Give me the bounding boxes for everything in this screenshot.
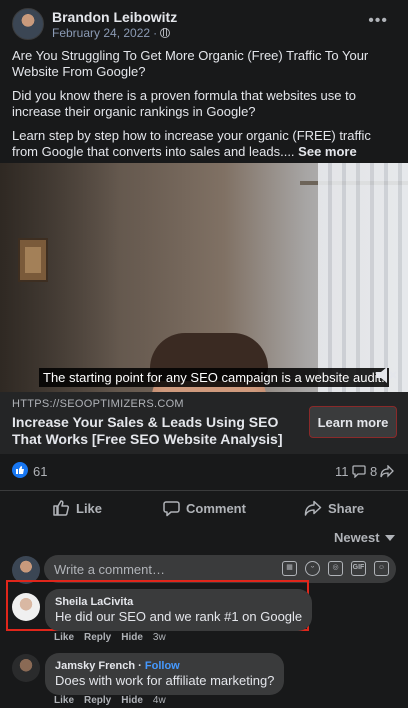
comment-bubble: Sheila LaCivita He did our SEO and we ra…: [45, 589, 313, 631]
post-paragraph: Are You Struggling To Get More Organic (…: [12, 48, 369, 79]
share-count[interactable]: 8: [370, 464, 395, 479]
more-options-icon[interactable]: •••: [368, 12, 388, 30]
comment-avatar[interactable]: [12, 654, 40, 682]
comment-author[interactable]: Sheila LaCivita: [55, 595, 302, 609]
author-name[interactable]: Brandon Leibowitz: [52, 9, 177, 25]
comment-timestamp: 4w: [152, 695, 166, 706]
like-button-label: Like: [76, 500, 103, 516]
share-icon: [304, 500, 322, 516]
follow-link[interactable]: Follow: [145, 660, 180, 672]
comment-author-line: Jamsky French · Follow: [55, 660, 180, 672]
action-bar: Like Comment Share: [0, 490, 408, 522]
learn-more-button[interactable]: Learn more: [309, 406, 397, 438]
sticker-icon[interactable]: ▦: [282, 561, 297, 576]
see-more-link[interactable]: See more: [298, 144, 357, 159]
post-paragraph: Did you know there is a proven formula t…: [12, 88, 356, 119]
like-button[interactable]: Like: [52, 495, 102, 521]
sort-selected-label: Newest: [334, 530, 380, 545]
comment-avatar[interactable]: [12, 593, 40, 621]
link-domain: HTTPS://SEOOPTIMIZERS.COM: [12, 398, 184, 410]
post-date-text[interactable]: February 24, 2022: [52, 26, 150, 40]
comment-icon: [163, 500, 180, 516]
link-title[interactable]: Increase Your Sales & Leads Using SEO Th…: [12, 414, 292, 448]
comment-actions: Like Reply Hide 3w: [54, 632, 166, 643]
post-text: Are You Struggling To Get More Organic (…: [12, 48, 400, 168]
emoji-icon[interactable]: ᵕ: [305, 561, 320, 576]
chevron-down-icon: [384, 534, 395, 541]
wall-frame: [18, 238, 48, 282]
comment-button[interactable]: Comment: [163, 495, 246, 521]
share-button-label: Share: [328, 500, 365, 516]
reactions-summary: 61 11 8: [0, 456, 408, 486]
comment-like-link[interactable]: Like: [54, 695, 74, 706]
comment-count-icon: [351, 465, 366, 478]
comment-timestamp: 3w: [152, 632, 166, 643]
window-curtain: [318, 163, 408, 392]
comment-text: He did our SEO and we rank #1 on Google: [55, 609, 303, 624]
reaction-count[interactable]: 61: [33, 464, 47, 479]
comment-text: Does with work for affiliate marketing?: [55, 673, 275, 688]
comment-reply-link[interactable]: Reply: [84, 632, 111, 643]
comment-sort-dropdown[interactable]: Newest: [334, 530, 395, 545]
share-count-icon: [380, 465, 395, 478]
composer-icons: ▦ ᵕ ◎ GIF ☺: [282, 561, 389, 576]
camera-icon[interactable]: ◎: [328, 561, 343, 576]
comment-author[interactable]: Jamsky French: [55, 660, 135, 672]
share-count-value: 8: [370, 464, 378, 479]
comment-hide-link[interactable]: Hide: [121, 695, 143, 706]
share-button[interactable]: Share: [304, 495, 364, 521]
comment-hide-link[interactable]: Hide: [121, 632, 143, 643]
post-date[interactable]: February 24, 2022 ·: [52, 26, 171, 40]
comment-count-value: 11: [335, 464, 349, 479]
mute-icon[interactable]: [374, 364, 398, 386]
comment-actions: Like Reply Hide 4w: [54, 695, 166, 706]
comment-like-link[interactable]: Like: [54, 632, 74, 643]
comment-count[interactable]: 11: [335, 464, 366, 479]
thumbs-up-icon: [53, 500, 70, 516]
author-avatar[interactable]: [12, 8, 44, 40]
comment-button-label: Comment: [186, 500, 246, 516]
comment-bubble: Jamsky French · Follow Does with work fo…: [45, 653, 285, 695]
like-reaction-icon[interactable]: [12, 462, 28, 478]
post-header: Brandon Leibowitz February 24, 2022 · ••…: [0, 0, 408, 44]
post-paragraph: Learn step by step how to increase your …: [12, 128, 400, 160]
globe-icon: [160, 28, 171, 38]
gif-icon[interactable]: GIF: [351, 561, 366, 576]
video-caption: The starting point for any SEO campaign …: [39, 368, 389, 387]
dot-separator: ·: [153, 26, 158, 40]
sticker-face-icon[interactable]: ☺: [374, 561, 389, 576]
video-player[interactable]: [0, 163, 408, 392]
comment-reply-link[interactable]: Reply: [84, 695, 111, 706]
